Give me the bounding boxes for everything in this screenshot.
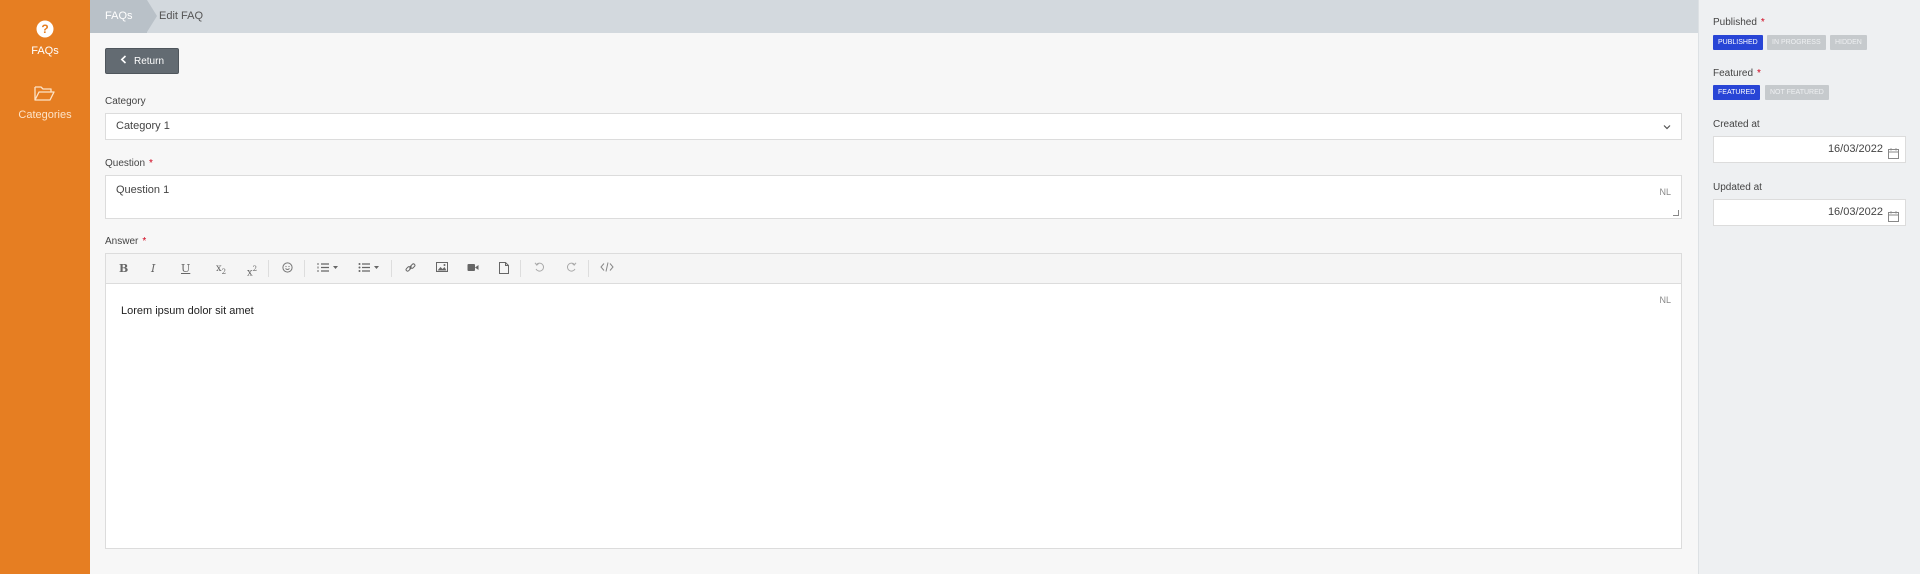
undo-icon[interactable] [534, 262, 545, 277]
featured-option-not-featured[interactable]: NOT FEATURED [1765, 85, 1829, 100]
breadcrumb-current: Edit FAQ [159, 10, 204, 22]
answer-label: Answer * [105, 236, 146, 247]
question-label: Question * [105, 158, 153, 169]
updated-at-label: Updated at [1713, 182, 1762, 193]
return-button[interactable]: Return [105, 48, 179, 74]
sidebar-item-faqs[interactable]: ? FAQs [0, 20, 90, 57]
published-label: Published * [1713, 17, 1765, 28]
created-at-value: 16/03/2022 [1827, 143, 1883, 155]
question-label-text: Question [105, 158, 146, 169]
question-circle-icon: ? [0, 20, 90, 41]
image-icon[interactable] [436, 262, 448, 276]
sidebar: ? FAQs Categories [0, 0, 90, 574]
category-select-value: Category 1 [116, 120, 170, 132]
updated-at-value: 16/03/2022 [1827, 206, 1883, 218]
required-mark: * [149, 158, 153, 169]
featured-label: Featured * [1713, 68, 1761, 79]
sidebar-item-label: Categories [18, 109, 72, 121]
toolbar-divider [268, 260, 269, 277]
underline-icon[interactable]: U [181, 262, 190, 276]
published-label-text: Published [1713, 17, 1757, 28]
subscript-icon[interactable]: x2 [216, 262, 226, 279]
video-icon[interactable] [467, 262, 479, 276]
ordered-list-icon[interactable] [317, 262, 339, 277]
answer-editor[interactable]: B I U x2 x2 NL Lorem ipsum dolor sit ame… [105, 253, 1682, 549]
unordered-list-icon[interactable] [358, 262, 380, 277]
toolbar-divider [520, 260, 521, 277]
toolbar-divider [391, 260, 392, 277]
language-tag: NL [1659, 187, 1671, 197]
language-tag: NL [1659, 295, 1671, 305]
updated-at-field[interactable]: 16/03/2022 [1713, 199, 1906, 226]
toolbar-divider [588, 260, 589, 277]
redo-icon[interactable] [566, 262, 577, 277]
answer-label-text: Answer [105, 236, 139, 247]
code-view-icon[interactable] [600, 262, 614, 276]
emoji-icon[interactable] [282, 262, 293, 277]
featured-label-text: Featured [1713, 68, 1754, 79]
calendar-icon[interactable] [1888, 144, 1899, 169]
chevron-left-icon [120, 49, 127, 73]
folder-open-icon [0, 84, 90, 105]
superscript-icon[interactable]: x2 [247, 262, 257, 280]
resize-handle-icon[interactable] [1673, 210, 1679, 216]
link-icon[interactable] [405, 262, 416, 277]
answer-editor-content[interactable]: Lorem ipsum dolor sit amet [121, 305, 254, 317]
required-mark: * [1760, 17, 1765, 28]
file-icon[interactable] [499, 262, 509, 278]
featured-option-featured[interactable]: FEATURED [1713, 85, 1761, 100]
chevron-down-icon [1663, 114, 1671, 139]
editor-toolbar: B I U x2 x2 [106, 254, 1681, 284]
required-mark: * [142, 236, 147, 247]
toolbar-divider [304, 260, 305, 277]
italic-icon[interactable]: I [151, 262, 155, 276]
sidebar-item-categories[interactable]: Categories [0, 84, 90, 121]
published-option-hidden[interactable]: HIDDEN [1830, 35, 1867, 50]
sidebar-item-label: FAQs [31, 45, 59, 57]
required-mark: * [1757, 68, 1761, 79]
question-input-value: Question 1 [116, 184, 170, 196]
svg-text:?: ? [41, 22, 48, 36]
return-button-label: Return [134, 56, 165, 67]
breadcrumb-faqs-link[interactable]: FAQs [90, 0, 157, 33]
category-label-text: Category [105, 96, 146, 107]
category-select[interactable]: Category 1 [105, 113, 1682, 140]
created-at-field[interactable]: 16/03/2022 [1713, 136, 1906, 163]
category-label: Category [105, 96, 146, 107]
published-option-published[interactable]: PUBLISHED [1713, 35, 1763, 50]
created-at-label: Created at [1713, 119, 1760, 130]
question-input[interactable]: Question 1 NL [105, 175, 1682, 219]
breadcrumb: FAQs Edit FAQ [90, 0, 1698, 33]
calendar-icon[interactable] [1888, 207, 1899, 232]
bold-icon[interactable]: B [119, 262, 128, 276]
right-panel: Published * PUBLISHED IN PROGRESS HIDDEN … [1698, 0, 1920, 574]
published-option-in-progress[interactable]: IN PROGRESS [1767, 35, 1826, 50]
